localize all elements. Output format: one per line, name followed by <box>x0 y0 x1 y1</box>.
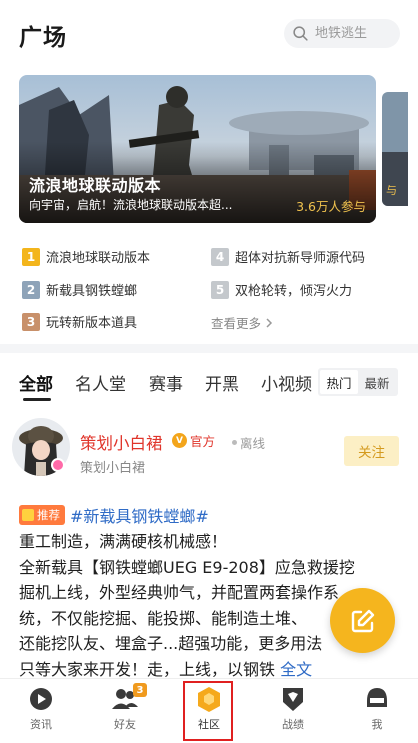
rank-badge: 4 <box>211 247 229 266</box>
tab-all[interactable]: 全部 <box>19 370 53 395</box>
compose-button[interactable] <box>330 588 395 653</box>
rank-badge: 2 <box>22 280 40 299</box>
recommend-badge: 推荐 <box>19 505 65 525</box>
rank-badge: 5 <box>211 280 229 299</box>
tab-hall-of-fame[interactable]: 名人堂 <box>75 370 126 395</box>
helmet-icon <box>367 688 387 707</box>
search-box[interactable] <box>284 19 400 48</box>
records-shield-icon <box>283 688 303 711</box>
banner-carousel-slide[interactable]: 流浪地球联动版本 向宇宙，启航！流浪地球联动版本超... 3.6万人参与 <box>19 75 376 223</box>
section-divider <box>0 344 418 353</box>
edit-icon <box>351 609 374 632</box>
hot-topic-label: 流浪地球联动版本 <box>46 251 151 266</box>
hot-topic-item[interactable]: 4 超体对抗新导师源代码 <box>211 247 365 266</box>
nav-label: 好友 <box>114 718 136 731</box>
nav-label: 我 <box>371 718 383 731</box>
nav-label: 战绩 <box>282 718 304 731</box>
news-play-icon <box>30 688 52 710</box>
nav-label: 资讯 <box>30 718 52 731</box>
post-topic-link[interactable]: #新载具钢铁螳螂# <box>70 503 209 527</box>
tab-short-video[interactable]: 小视频 <box>261 370 312 395</box>
search-input[interactable] <box>315 26 395 41</box>
banner-subtitle: 向宇宙，启航！流浪地球联动版本超... <box>29 198 233 212</box>
hot-topic-item[interactable]: 1 流浪地球联动版本 <box>22 247 150 266</box>
post-line: 全新载具【钢铁螳螂UEG E9-208】应急救援挖 <box>19 557 355 577</box>
hot-topic-label: 玩转新版本道具 <box>46 316 138 331</box>
post-tagline: 推荐 #新载具钢铁螳螂# <box>19 503 209 527</box>
nav-item-me[interactable]: 我 <box>347 679 407 743</box>
avatar-gender-badge <box>51 458 65 472</box>
full-text-link[interactable]: 全文 <box>280 660 312 679</box>
status-label: 离线 <box>240 436 266 451</box>
hot-topic-label: 新载具钢铁螳螂 <box>46 284 138 299</box>
post-line: 重工制造，满满硬核机械感！ <box>19 532 228 551</box>
author-subtitle: 策划小白裙 <box>80 461 146 476</box>
hot-topic-item[interactable]: 5 双枪轮转，倾泻火力 <box>211 280 352 299</box>
nav-item-news[interactable]: 资讯 <box>11 679 71 743</box>
tab-events[interactable]: 赛事 <box>149 370 183 395</box>
rank-badge: 3 <box>22 312 40 331</box>
status-dot-icon <box>232 440 237 445</box>
header: 广场 <box>0 0 418 68</box>
hot-topic-item[interactable]: 2 新载具钢铁螳螂 <box>22 280 137 299</box>
hot-topic-item[interactable]: 3 玩转新版本道具 <box>22 312 137 331</box>
rank-badge: 1 <box>22 247 40 266</box>
banner-next-text: 与 <box>386 184 397 197</box>
see-more-link[interactable]: 查看更多 <box>211 313 274 332</box>
sort-latest-option[interactable]: 最新 <box>358 370 396 394</box>
banner-next-peek[interactable]: 与 <box>382 92 408 206</box>
official-shield-icon: V <box>172 433 187 448</box>
thumbs-up-icon <box>22 509 34 521</box>
post-line: 只等大家来开发！走，上线，以钢铁 <box>19 659 281 679</box>
sort-hot-option[interactable]: 热门 <box>320 370 358 394</box>
official-label: 官方 <box>190 434 216 449</box>
friends-count-badge: 3 <box>133 683 147 697</box>
official-badge: V 官方 <box>172 431 215 450</box>
banner-title: 流浪地球联动版本 <box>29 176 162 195</box>
tab-squad[interactable]: 开黑 <box>205 370 239 395</box>
online-status: 离线 <box>232 433 265 452</box>
see-more-label: 查看更多 <box>211 316 262 331</box>
search-icon <box>293 26 308 41</box>
author-name[interactable]: 策划小白裙 <box>80 430 163 454</box>
recommend-label: 推荐 <box>37 508 60 522</box>
hot-topic-label: 双枪轮转，倾泻火力 <box>235 284 353 299</box>
sort-toggle: 热门 最新 <box>318 368 398 396</box>
community-highlight-box <box>183 681 233 741</box>
active-tab-indicator <box>23 398 51 401</box>
page-title: 广场 <box>19 25 67 51</box>
follow-button[interactable]: 关注 <box>344 436 399 466</box>
hot-topic-label: 超体对抗新导师源代码 <box>235 251 366 266</box>
banner-participants: 3.6万人参与 <box>296 199 366 214</box>
chevron-right-icon <box>266 317 273 328</box>
nav-item-records[interactable]: 战绩 <box>263 679 323 743</box>
